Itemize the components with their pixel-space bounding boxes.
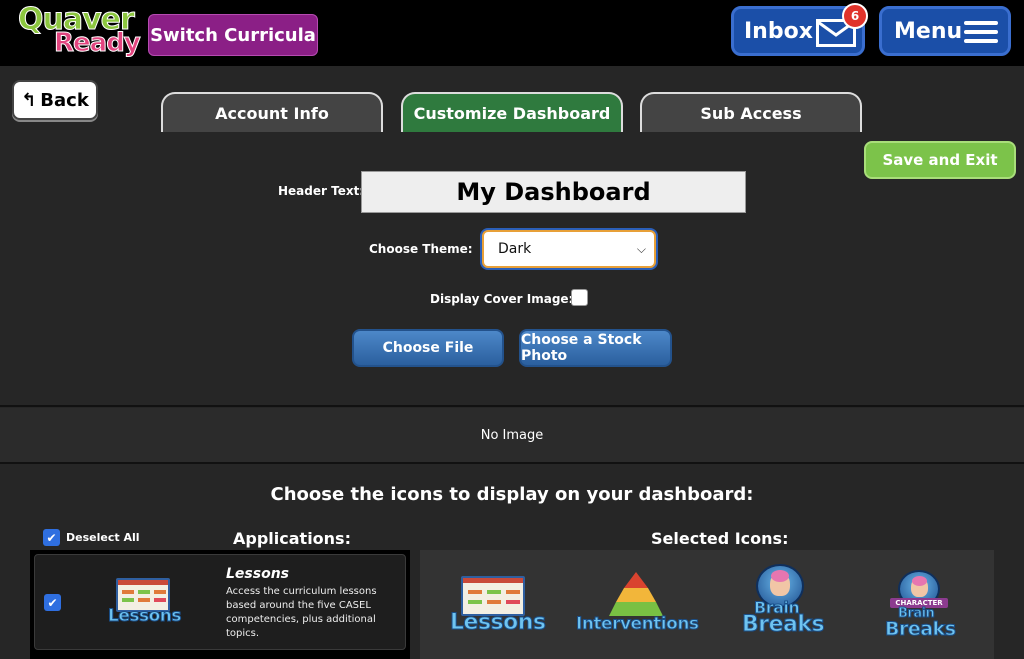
brain-breaks-icon[interactable]: Brain Breaks (740, 564, 830, 640)
logo-bottom-text: Ready (54, 28, 142, 59)
menu-button[interactable]: Menu (879, 6, 1011, 56)
hamburger-icon (964, 21, 998, 43)
lessons-icon: Lessons (108, 578, 183, 628)
chevron-down-icon: ⌵ (636, 242, 646, 256)
header-text-label: Header Text: (278, 184, 365, 198)
applications-heading: Applications: (233, 529, 351, 548)
choose-file-button[interactable]: Choose File (352, 329, 504, 367)
cover-image-preview: No Image (0, 408, 1024, 462)
app-description: Access the curriculum lessons based arou… (226, 586, 377, 639)
deselect-all-toggle[interactable]: ✔ Deselect All (43, 529, 140, 546)
tab-account-info[interactable]: Account Info (161, 92, 383, 132)
quaver-ready-logo[interactable]: Quaver Ready (14, 2, 142, 60)
inbox-label: Inbox (744, 18, 813, 44)
cover-image-label: Display Cover Image: (430, 292, 574, 306)
menu-label: Menu (894, 18, 963, 44)
back-button[interactable]: ↰ Back (12, 80, 98, 120)
theme-select[interactable]: Dark ⌵ (482, 230, 656, 268)
theme-select-value: Dark (498, 241, 532, 257)
save-and-exit-button[interactable]: Save and Exit (864, 141, 1016, 179)
divider (0, 462, 1024, 464)
inbox-count-badge: 6 (842, 3, 868, 29)
selected-lessons-text: Lessons (450, 610, 547, 636)
selected-icons-heading: Selected Icons: (651, 529, 789, 548)
interventions-icon[interactable]: Interventions (576, 570, 700, 640)
lessons-icon[interactable]: Lessons (450, 576, 546, 640)
cover-image-checkbox[interactable] (571, 289, 588, 306)
character-brain-breaks-icon[interactable]: CHARACTER Brain Breaks (882, 570, 962, 642)
tab-customize-dashboard[interactable]: Customize Dashboard (401, 92, 623, 132)
lessons-checkbox[interactable]: ✔ (44, 594, 61, 611)
theme-label: Choose Theme: (369, 242, 473, 256)
selected-interventions-text: Interventions (576, 614, 700, 635)
app-title: Lessons (226, 566, 289, 582)
character-breaks-text: Breaks (885, 618, 957, 641)
top-bar: Quaver Ready Switch Curricula Inbox 6 Me… (0, 0, 1024, 66)
no-image-text: No Image (480, 427, 544, 443)
header-text-input[interactable]: My Dashboard (361, 171, 746, 213)
back-arrow-icon: ↰ (21, 89, 37, 111)
lessons-icon-text: Lessons (108, 606, 183, 627)
deselect-all-label: Deselect All (66, 531, 140, 544)
back-label: Back (40, 89, 89, 111)
divider (0, 405, 1024, 407)
pyramid-icon (609, 572, 663, 616)
switch-curricula-button[interactable]: Switch Curricula (148, 14, 318, 56)
brain-breaks-bottom-text: Breaks (741, 612, 825, 638)
icons-section-title: Choose the icons to display on your dash… (270, 484, 754, 505)
choose-stock-photo-button[interactable]: Choose a Stock Photo (519, 329, 672, 367)
tab-sub-access[interactable]: Sub Access (640, 92, 862, 132)
checkbox-checked-icon[interactable]: ✔ (43, 529, 60, 546)
